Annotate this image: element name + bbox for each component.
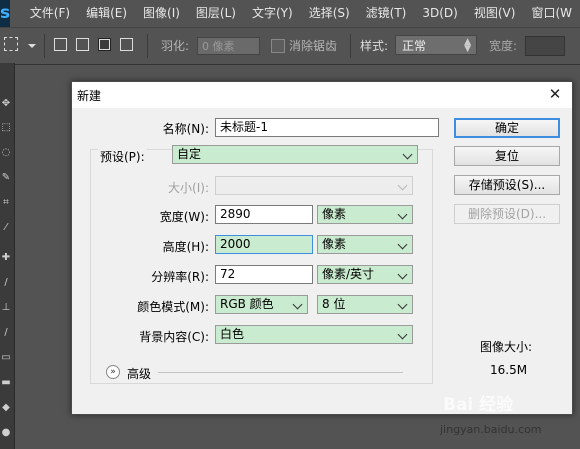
menu-window[interactable]: 窗口(W (523, 0, 580, 27)
menu-file[interactable]: 文件(F) (22, 0, 78, 27)
quick-select-tool-icon[interactable]: ✎ (0, 173, 12, 183)
eraser-tool-icon[interactable]: ▭ (0, 353, 12, 363)
image-size-label: 图像大小: (480, 340, 533, 354)
bit-depth-value: 8 位 (322, 297, 346, 311)
menu-select[interactable]: 选择(S) (301, 0, 358, 27)
advanced-label[interactable]: 高级 (127, 365, 151, 382)
style-value: 正常 (402, 39, 427, 53)
name-label: 名称(N): (162, 122, 209, 136)
dialog-title: 新建 (77, 89, 102, 103)
preset-label: 预设(P): (98, 148, 147, 165)
preset-value: 自定 (177, 147, 202, 161)
width-unit-dropdown[interactable]: 像素 (317, 205, 413, 224)
menu-items: 文件(F) 编辑(E) 图像(I) 图层(L) 文字(Y) 选择(S) 滤镜(T… (22, 0, 580, 27)
subtract-from-selection-icon[interactable] (98, 38, 111, 51)
background-dropdown[interactable]: 白色 (215, 325, 413, 344)
ok-button[interactable]: 确定 (454, 118, 560, 138)
advanced-expand-icon[interactable]: » (106, 365, 120, 379)
color-mode-value: RGB 颜色 (220, 297, 274, 311)
brush-tool-icon[interactable]: ∕ (0, 278, 12, 288)
menu-type[interactable]: 文字(Y) (244, 0, 301, 27)
height-label: 高度(H): (162, 240, 209, 254)
watermark-url: jingyan.baidu.com (440, 423, 542, 436)
delete-preset-button: 删除预设(D)... (454, 204, 560, 224)
tool-preset-dropdown-icon[interactable] (28, 44, 36, 48)
crop-tool-icon[interactable]: ⌗ (0, 198, 12, 208)
marquee-tool-icon[interactable]: ⬚ (0, 123, 12, 133)
height-input[interactable]: 2000 (215, 235, 313, 254)
width-unit-value: 像素 (322, 207, 347, 221)
history-brush-tool-icon[interactable]: ∕ (0, 328, 12, 338)
size-dropdown (215, 176, 413, 195)
style-label: 样式: (360, 39, 389, 53)
background-value: 白色 (220, 327, 245, 341)
divider (350, 34, 351, 58)
width-input[interactable] (525, 36, 565, 56)
close-icon[interactable]: ✕ (546, 85, 564, 103)
height-unit-value: 像素 (322, 237, 347, 251)
menu-filter[interactable]: 滤镜(T) (358, 0, 415, 27)
menu-edit[interactable]: 编辑(E) (78, 0, 135, 27)
clone-stamp-tool-icon[interactable]: ⊥ (0, 303, 12, 313)
background-label: 背景内容(C): (139, 330, 209, 344)
move-tool-icon[interactable]: ✥ (0, 99, 12, 109)
new-selection-icon[interactable] (54, 38, 67, 51)
menu-layer[interactable]: 图层(L) (188, 0, 244, 27)
color-mode-label: 颜色模式(M): (137, 300, 209, 314)
resolution-unit-value: 像素/英寸 (322, 267, 375, 281)
intersect-selection-icon[interactable] (120, 38, 133, 51)
add-to-selection-icon[interactable] (76, 38, 89, 51)
antialias-checkbox[interactable] (271, 39, 285, 53)
divider (44, 34, 45, 58)
tools-panel: ✥ ⬚ ◌ ✎ ⌗ ⁄ ✚ ∕ ⊥ ∕ ▭ ▬ ◆ ● (0, 63, 15, 449)
preset-dropdown[interactable]: 自定 (172, 145, 418, 164)
watermark-brand: Bai 经验 (443, 395, 514, 415)
photoshop-logo-icon: s (0, 0, 10, 27)
image-size-value: 16.5M (490, 363, 528, 377)
resolution-unit-dropdown[interactable]: 像素/英寸 (317, 265, 413, 284)
menu-bar: s 文件(F) 编辑(E) 图像(I) 图层(L) 文字(Y) 选择(S) 滤镜… (0, 0, 580, 27)
advanced-divider (158, 372, 403, 373)
dodge-tool-icon[interactable]: ● (0, 428, 12, 438)
size-label: 大小(I): (168, 181, 209, 195)
resolution-label: 分辨率(R): (151, 270, 209, 284)
new-document-dialog: 新建 ✕ 名称(N): 未标题-1 预设(P): 自定 大小(I): 宽度(W)… (71, 81, 573, 415)
healing-brush-tool-icon[interactable]: ✚ (0, 253, 12, 263)
height-unit-dropdown[interactable]: 像素 (317, 235, 413, 254)
marquee-tool-icon[interactable] (4, 37, 18, 51)
menu-view[interactable]: 视图(V) (466, 0, 524, 27)
chevron-down-icon (396, 178, 410, 193)
chevron-down-icon (396, 237, 410, 252)
divider (147, 34, 148, 58)
chevron-down-icon (291, 297, 305, 312)
bit-depth-dropdown[interactable]: 8 位 (317, 295, 413, 314)
chevron-down-icon (396, 207, 410, 222)
updown-arrows-icon: ▲ ▼ (464, 37, 471, 54)
baidu-watermark: Bai 经验 jingyan.baidu.com (440, 390, 563, 440)
dialog-titlebar[interactable]: 新建 ✕ (72, 82, 572, 108)
eyedropper-tool-icon[interactable]: ⁄ (0, 223, 12, 233)
width-input[interactable]: 2890 (215, 205, 313, 224)
options-bar: 羽化: 0 像素 消除锯齿 样式: 正常 ▲ ▼ 宽度: (0, 27, 580, 65)
name-input[interactable]: 未标题-1 (215, 118, 439, 137)
style-select[interactable]: 正常 ▲ ▼ (395, 35, 477, 55)
width-label: 宽度(W): (159, 210, 209, 224)
feather-label: 羽化: (161, 39, 190, 53)
save-preset-button[interactable]: 存储预设(S)... (454, 175, 560, 195)
feather-input[interactable]: 0 像素 (197, 37, 260, 55)
resolution-input[interactable]: 72 (215, 265, 313, 284)
menu-image[interactable]: 图像(I) (135, 0, 188, 27)
width-label: 宽度: (489, 39, 518, 53)
menu-3d[interactable]: 3D(D) (414, 0, 465, 27)
blur-tool-icon[interactable]: ◆ (0, 403, 12, 413)
color-mode-dropdown[interactable]: RGB 颜色 (215, 295, 308, 314)
chevron-down-icon (401, 147, 415, 162)
chevron-down-icon (396, 297, 410, 312)
antialias-label: 消除锯齿 (289, 39, 338, 53)
lasso-tool-icon[interactable]: ◌ (0, 148, 12, 158)
gradient-tool-icon[interactable]: ▬ (0, 378, 12, 388)
reset-button[interactable]: 复位 (454, 146, 560, 166)
chevron-down-icon (396, 267, 410, 282)
chevron-down-icon (396, 327, 410, 342)
